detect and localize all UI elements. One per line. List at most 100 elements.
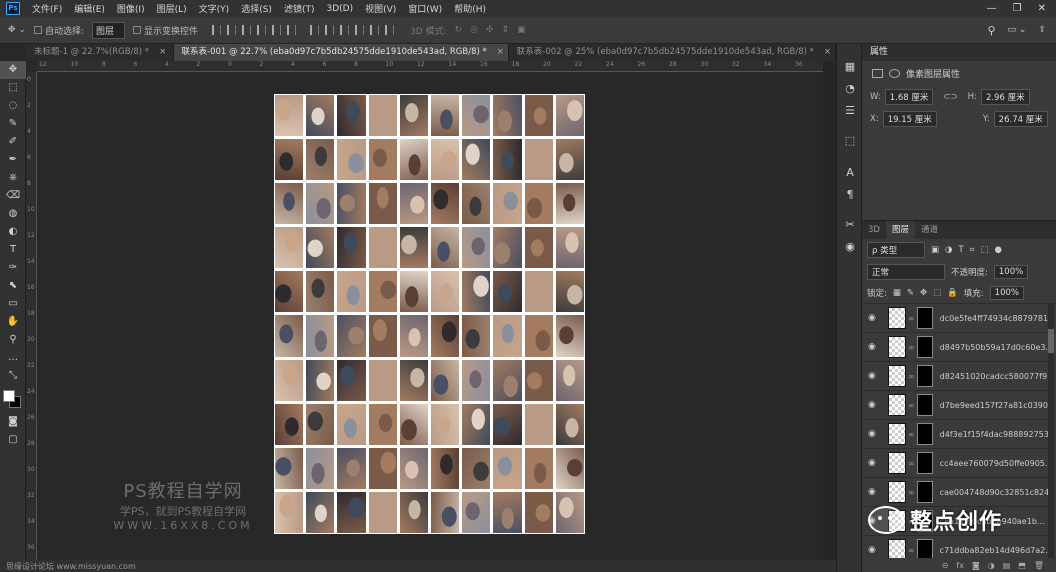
layer-row[interactable]: ◉ ∞ d82451020cadcc580077f9... [862,361,1056,390]
align-top-icon[interactable] [212,25,222,35]
chain-icon[interactable]: ∞ [908,314,915,323]
auto-select-dropdown[interactable]: 图层 [92,21,126,39]
delete-layer-icon[interactable]: 🗑 [1034,561,1044,570]
tab-close-icon[interactable]: × [497,47,504,57]
tab-channels[interactable]: 通道 [915,221,944,239]
eye-icon[interactable]: ◉ [868,458,880,468]
auto-select-checkbox[interactable]: 自动选择: [33,24,84,37]
tab-layers[interactable]: 图层 [885,221,915,239]
move-tool[interactable]: ✥ [0,61,26,79]
close-window-button[interactable]: ✕ [1038,3,1046,14]
distribute-hcenter-icon[interactable] [370,25,380,35]
marquee-tool[interactable]: ⬚ [0,79,26,97]
eyedropper-tool[interactable]: ✐ [0,133,26,151]
pen-tool[interactable]: ✑ [0,259,26,277]
filter-shape-icon[interactable]: ⌗ [970,245,975,255]
3d-slide-icon[interactable]: ⇕ [502,25,510,35]
filter-type-icon[interactable]: T [958,245,963,255]
eye-icon[interactable]: ◉ [868,342,880,352]
mask-thumbnail[interactable] [916,452,933,474]
menu-file[interactable]: 文件(F) [26,2,68,15]
layer-row[interactable]: ◉ ∞ d4f3e1f15f4dac988892753... [862,419,1056,448]
x-field[interactable]: 19.15 厘米 [882,111,937,127]
quick-mask-icon[interactable]: ◙ [0,413,26,431]
lock-image-icon[interactable]: ✎ [907,288,914,298]
share-icon[interactable]: ⇪ [1038,25,1046,35]
filter-pixel-icon[interactable]: ▣ [931,245,939,255]
align-right-icon[interactable] [287,25,297,35]
filter-toggle-icon[interactable]: ● [994,245,1001,255]
menu-view[interactable]: 视图(V) [359,2,402,15]
tab-3d[interactable]: 3D [862,221,886,239]
chain-icon[interactable]: ∞ [908,401,915,410]
transform-controls-checkbox[interactable]: 显示变换控件 [133,24,198,37]
menu-filter[interactable]: 滤镜(T) [278,2,321,15]
properties-icon[interactable]: ☰ [837,100,863,122]
menu-layer[interactable]: 图层(L) [151,2,193,15]
lock-position-icon[interactable]: ✥ [920,288,927,298]
link-layers-icon[interactable]: ⊝ [942,561,949,570]
eye-icon[interactable]: ◉ [868,429,880,439]
mask-thumbnail[interactable] [916,423,933,445]
tab-untitled-1[interactable]: 未标题-1 @ 22.7%(RGB/8) * × [26,44,174,61]
layers-scroll-thumb[interactable] [1048,329,1054,353]
align-hcenter-icon[interactable] [272,25,282,35]
3d-pan-icon[interactable]: ✣ [486,25,494,35]
3d-scale-icon[interactable]: ▣ [517,25,526,35]
search-icon[interactable]: ⚲ [987,24,995,37]
swap-colors-icon[interactable]: ⤡ [0,367,26,385]
stamp-tool[interactable]: ⎈ [0,169,26,187]
layer-row[interactable]: ◉ ∞ d7be9eed157f27a81c0390... [862,390,1056,419]
minimize-button[interactable]: — [987,3,997,14]
canvas-vertical-scrollbar[interactable] [823,61,834,560]
3d-roll-icon[interactable]: ◎ [470,25,478,35]
workspace-icon[interactable]: ▭ ⌄ [1008,25,1027,35]
h-field[interactable]: 2.96 厘米 [980,89,1030,105]
fx-icon[interactable]: fx [956,561,964,570]
layer-row[interactable]: ◉ ∞ dc0e5fe4ff74934c8879781... [862,303,1056,332]
3d-rotate-icon[interactable]: ↻ [455,25,463,35]
eye-icon[interactable]: ◉ [868,487,880,497]
maximize-button[interactable]: ❐ [1013,3,1022,14]
new-layer-icon[interactable]: ⬒ [1018,561,1026,570]
history-icon[interactable]: ▦ [837,56,863,78]
eye-icon[interactable]: ◉ [868,371,880,381]
filter-adjust-icon[interactable]: ◑ [945,245,952,255]
menu-select[interactable]: 选择(S) [235,2,278,15]
link-icon[interactable]: ⊂⊃ [943,92,957,102]
zoom-tool[interactable]: ⚲ [0,331,26,349]
menu-edit[interactable]: 编辑(E) [68,2,111,15]
chain-icon[interactable]: ∞ [908,546,915,555]
tab-close-icon[interactable]: × [824,47,831,57]
align-left-icon[interactable] [257,25,267,35]
hand-tool[interactable]: ✋ [0,313,26,331]
mask-thumbnail[interactable] [916,481,933,503]
layers-scrollbar[interactable] [1048,303,1054,558]
eye-icon[interactable]: ◉ [868,400,880,410]
contact-sheet-document[interactable] [274,94,585,534]
distribute-top-icon[interactable] [310,25,320,35]
more-tools-icon[interactable]: … [0,349,26,367]
eye-icon[interactable]: ◉ [868,313,880,323]
canvas-area[interactable]: PS教程自学网 学PS，就到PS教程自学网 WWW.16XX8.COM [37,72,823,560]
adjustment-layer-icon[interactable]: ◑ [988,561,995,570]
adjustments-icon[interactable]: ◔ [837,78,863,100]
layer-row[interactable]: ◉ ∞ cc4aee760079d50ffe0905... [862,448,1056,477]
path-select-tool[interactable]: ⬉ [0,277,26,295]
tab-close-icon[interactable]: × [159,47,166,57]
tools-preset-icon[interactable]: ✂ [837,214,863,236]
opacity-field[interactable]: 100% [993,265,1029,279]
lock-artboard-icon[interactable]: ⬚ [933,288,941,298]
chain-icon[interactable]: ∞ [908,459,915,468]
tab-contact-sheet-001[interactable]: 联系表-001 @ 22.7% (eba0d97c7b5db24575dde19… [173,44,509,61]
3d-icon[interactable]: ◉ [837,236,863,258]
fill-field[interactable]: 100% [989,286,1024,300]
chain-icon[interactable]: ∞ [908,488,915,497]
distribute-left-icon[interactable] [355,25,365,35]
dodge-tool[interactable]: ◐ [0,223,26,241]
type-tool[interactable]: T [0,241,26,259]
mask-thumbnail[interactable] [916,365,933,387]
align-bottom-icon[interactable] [242,25,252,35]
screen-mode-icon[interactable]: ▢ [0,431,26,449]
filter-smart-icon[interactable]: ⬚ [980,245,988,255]
